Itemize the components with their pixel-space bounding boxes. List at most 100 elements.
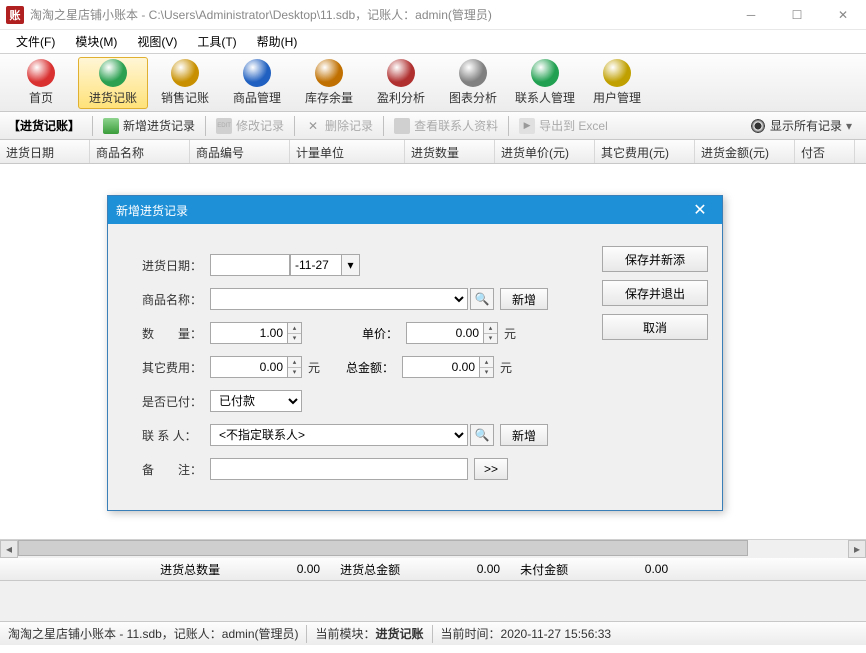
spin-down-icon[interactable]: ▾ bbox=[288, 334, 301, 344]
status-module-value: 进货记账 bbox=[376, 625, 424, 642]
status-time-label: 当前时间： bbox=[441, 625, 501, 642]
totals-bar: 进货总数量 0.00 进货总金额 0.00 未付金额 0.00 bbox=[0, 557, 866, 581]
column-header-8[interactable]: 付否 bbox=[795, 140, 855, 163]
sub-action-0[interactable]: 新增进货记录 bbox=[97, 115, 201, 136]
toolbar-label: 图表分析 bbox=[449, 89, 497, 106]
toolbar-home[interactable]: 首页 bbox=[6, 57, 76, 109]
toolbar-user[interactable]: 用户管理 bbox=[582, 57, 652, 109]
column-header-7[interactable]: 进货金额(元) bbox=[695, 140, 795, 163]
toolbar-inventory[interactable]: 库存余量 bbox=[294, 57, 364, 109]
scroll-right-button[interactable]: ▸ bbox=[848, 540, 866, 558]
column-header-4[interactable]: 进货数量 bbox=[405, 140, 495, 163]
profit-icon bbox=[387, 59, 415, 87]
dialog-titlebar[interactable]: 新增进货记录 ✕ bbox=[108, 196, 722, 224]
spin-down-icon[interactable]: ▾ bbox=[480, 368, 493, 378]
save-and-new-button[interactable]: 保存并新添 bbox=[602, 246, 708, 272]
scroll-thumb[interactable] bbox=[18, 540, 748, 556]
other-fee-label: 其它费用： bbox=[142, 359, 210, 376]
maximize-button[interactable]: ☐ bbox=[774, 0, 820, 30]
qty-input[interactable] bbox=[210, 322, 288, 344]
cancel-button[interactable]: 取消 bbox=[602, 314, 708, 340]
total-spinner[interactable]: ▴▾ bbox=[480, 356, 494, 378]
date-picker-button[interactable]: ▾ bbox=[342, 254, 360, 276]
price-spinner[interactable]: ▴▾ bbox=[484, 322, 498, 344]
notes-label: 备 注： bbox=[142, 461, 210, 478]
toolbar-profit[interactable]: 盈利分析 bbox=[366, 57, 436, 109]
grid-header: 进货日期商品名称商品编号计量单位进货数量进货单价(元)其它费用(元)进货金额(元… bbox=[0, 140, 866, 164]
contact-search-button[interactable]: 🔍 bbox=[470, 424, 494, 446]
total-amount-label: 进货总金额 bbox=[340, 561, 400, 578]
product-select[interactable] bbox=[210, 288, 468, 310]
date-rest-input[interactable] bbox=[290, 254, 342, 276]
date-year-input[interactable] bbox=[210, 254, 290, 276]
horizontal-scrollbar[interactable]: ◂ ▸ bbox=[0, 539, 866, 557]
contact-add-button[interactable]: 新增 bbox=[500, 424, 548, 446]
column-header-5[interactable]: 进货单价(元) bbox=[495, 140, 595, 163]
status-time-value: 2020-11-27 15:56:33 bbox=[501, 627, 612, 641]
menu-item-0[interactable]: 文件(F) bbox=[6, 31, 65, 52]
menu-item-2[interactable]: 视图(V) bbox=[127, 31, 187, 52]
sub-action-3: 查看联系人资料 bbox=[388, 115, 504, 136]
spin-down-icon[interactable]: ▾ bbox=[484, 334, 497, 344]
qty-spinner[interactable]: ▴▾ bbox=[288, 322, 302, 344]
save-and-exit-button[interactable]: 保存并退出 bbox=[602, 280, 708, 306]
view-contact-icon bbox=[394, 118, 410, 134]
column-header-2[interactable]: 商品编号 bbox=[190, 140, 290, 163]
column-header-1[interactable]: 商品名称 bbox=[90, 140, 190, 163]
column-header-6[interactable]: 其它费用(元) bbox=[595, 140, 695, 163]
close-button[interactable]: ✕ bbox=[820, 0, 866, 30]
toolbar-label: 商品管理 bbox=[233, 89, 281, 106]
sub-action-2: ✕删除记录 bbox=[299, 115, 379, 136]
toolbar-label: 销售记账 bbox=[161, 89, 209, 106]
toolbar-product[interactable]: 商品管理 bbox=[222, 57, 292, 109]
product-search-button[interactable]: 🔍 bbox=[470, 288, 494, 310]
price-label: 单价： bbox=[342, 325, 398, 342]
total-unit: 元 bbox=[500, 359, 512, 376]
menu-item-1[interactable]: 模块(M) bbox=[65, 31, 127, 52]
scroll-left-button[interactable]: ◂ bbox=[0, 540, 18, 558]
app-icon: 账 bbox=[6, 6, 24, 24]
show-all-records-button[interactable]: 显示所有记录 ▾ bbox=[744, 115, 858, 136]
sub-action-4: ▶导出到 Excel bbox=[513, 115, 614, 136]
menu-item-3[interactable]: 工具(T) bbox=[187, 31, 246, 52]
product-add-button[interactable]: 新增 bbox=[500, 288, 548, 310]
sub-toolbar: 【进货记账】 新增进货记录EDIT修改记录✕删除记录查看联系人资料▶导出到 Ex… bbox=[0, 112, 866, 140]
spin-down-icon[interactable]: ▾ bbox=[288, 368, 301, 378]
toolbar-chart[interactable]: 图表分析 bbox=[438, 57, 508, 109]
column-header-0[interactable]: 进货日期 bbox=[0, 140, 90, 163]
spin-up-icon[interactable]: ▴ bbox=[480, 357, 493, 368]
other-fee-spinner[interactable]: ▴▾ bbox=[288, 356, 302, 378]
spin-up-icon[interactable]: ▴ bbox=[288, 357, 301, 368]
menu-item-4[interactable]: 帮助(H) bbox=[247, 31, 308, 52]
date-label: 进货日期： bbox=[142, 257, 210, 274]
toolbar-purchase[interactable]: 进货记账 bbox=[78, 57, 148, 109]
add-record-icon bbox=[103, 118, 119, 134]
spin-up-icon[interactable]: ▴ bbox=[288, 323, 301, 334]
unpaid-value: 0.00 bbox=[568, 562, 668, 576]
statusbar: 淘淘之星店铺小账本 - 11.sdb，记账人：admin(管理员) 当前模块： … bbox=[0, 621, 866, 645]
other-fee-input[interactable] bbox=[210, 356, 288, 378]
toolbar-contact[interactable]: 联系人管理 bbox=[510, 57, 580, 109]
search-icon: 🔍 bbox=[475, 428, 490, 442]
dialog-close-button[interactable]: ✕ bbox=[686, 196, 714, 224]
total-input[interactable] bbox=[402, 356, 480, 378]
toolbar-sales[interactable]: 销售记账 bbox=[150, 57, 220, 109]
scroll-track[interactable] bbox=[18, 540, 848, 558]
contact-label: 联 系 人： bbox=[142, 427, 210, 444]
notes-input[interactable] bbox=[210, 458, 468, 480]
spin-up-icon[interactable]: ▴ bbox=[484, 323, 497, 334]
toolbar-label: 盈利分析 bbox=[377, 89, 425, 106]
minimize-button[interactable]: ─ bbox=[728, 0, 774, 30]
total-qty-label: 进货总数量 bbox=[160, 561, 220, 578]
toolbar-label: 用户管理 bbox=[593, 89, 641, 106]
contact-select[interactable]: <不指定联系人> bbox=[210, 424, 468, 446]
qty-label: 数 量： bbox=[142, 325, 210, 342]
eye-icon bbox=[750, 118, 766, 134]
main-toolbar: 首页进货记账销售记账 商品管理库存余量盈利分析 图表分析联系人管理用户管理 bbox=[0, 54, 866, 112]
user-icon bbox=[603, 59, 631, 87]
total-label: 总金额： bbox=[338, 359, 394, 376]
price-input[interactable] bbox=[406, 322, 484, 344]
column-header-3[interactable]: 计量单位 bbox=[290, 140, 405, 163]
notes-expand-button[interactable]: >> bbox=[474, 458, 508, 480]
paid-select[interactable]: 已付款 bbox=[210, 390, 302, 412]
